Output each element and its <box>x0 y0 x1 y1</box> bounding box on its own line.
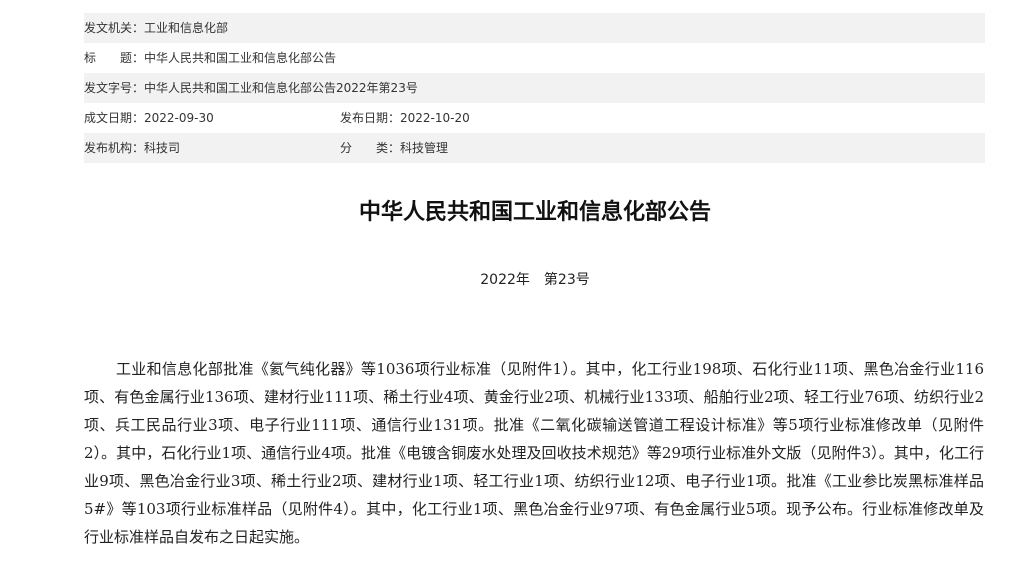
meta-value-publisher: 科技司 <box>144 141 181 155</box>
meta-value-created-date: 2022-09-30 <box>144 111 214 125</box>
meta-label-publish-date: 发布日期： <box>340 111 401 125</box>
meta-label-title: 标 题： <box>84 51 145 65</box>
document-number: 2022年 第23号 <box>0 269 1018 291</box>
meta-value-title: 中华人民共和国工业和信息化部公告 <box>144 51 337 65</box>
meta-category: 分 类：科技管理 <box>340 133 448 163</box>
document-body-paragraph: 工业和信息化部批准《氦气纯化器》等1036项行业标准（见附件1）。其中，化工行业… <box>84 360 984 546</box>
meta-row-dates: 成文日期：2022-09-30 发布日期：2022-10-20 <box>84 103 985 133</box>
meta-value-issuer: 工业和信息化部 <box>144 21 229 35</box>
meta-row-doc-no: 发文字号： 中华人民共和国工业和信息化部公告2022年第23号 <box>84 73 985 103</box>
meta-label-publisher: 发布机构： <box>84 141 145 155</box>
meta-label-created-date: 成文日期： <box>84 111 145 125</box>
meta-label-category: 分 类： <box>340 141 401 155</box>
document-issue-number: 第23号 <box>543 272 590 288</box>
meta-row-publisher-category: 发布机构：科技司 分 类：科技管理 <box>84 133 985 163</box>
document-year: 2022年 <box>480 272 530 288</box>
meta-value-doc-no: 中华人民共和国工业和信息化部公告2022年第23号 <box>144 81 418 95</box>
meta-value-publish-date: 2022-10-20 <box>400 111 470 125</box>
meta-label-doc-no: 发文字号： <box>84 81 145 95</box>
document-metadata-table: 发文机关： 工业和信息化部 标 题： 中华人民共和国工业和信息化部公告 发文字号… <box>84 13 985 163</box>
meta-created-date: 成文日期：2022-09-30 <box>84 103 340 133</box>
meta-publish-date: 发布日期：2022-10-20 <box>340 103 470 133</box>
meta-publisher: 发布机构：科技司 <box>84 133 340 163</box>
meta-value-category: 科技管理 <box>400 141 449 155</box>
document-title: 中华人民共和国工业和信息化部公告 <box>358 200 711 225</box>
meta-row-title: 标 题： 中华人民共和国工业和信息化部公告 <box>84 43 985 73</box>
meta-row-issuer: 发文机关： 工业和信息化部 <box>84 13 985 43</box>
meta-label-issuer: 发文机关： <box>84 21 145 35</box>
